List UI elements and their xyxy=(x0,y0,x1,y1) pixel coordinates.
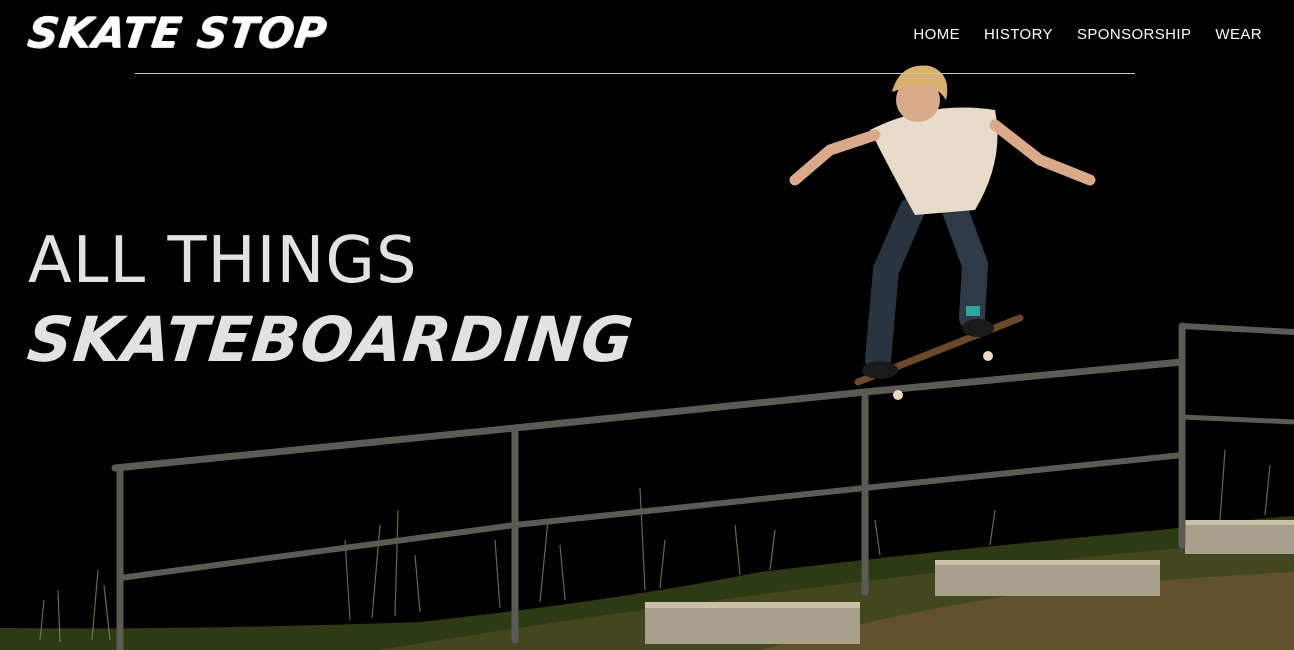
nav-item-sponsorship[interactable]: SPONSORSHIP xyxy=(1077,26,1191,43)
nav-item-home[interactable]: HOME xyxy=(913,26,960,43)
nav-item-wear[interactable]: WEAR xyxy=(1215,26,1262,43)
nav-item-history[interactable]: HISTORY xyxy=(984,26,1053,43)
hero-title-line2: SKATEBOARDING xyxy=(24,303,638,377)
brand-logo[interactable]: SKATE STOP xyxy=(25,8,331,57)
hero-title-line1: ALL THINGS xyxy=(28,223,418,298)
main-nav: HOME HISTORY SPONSORSHIP WEAR xyxy=(913,26,1262,43)
header-divider xyxy=(135,73,1135,74)
